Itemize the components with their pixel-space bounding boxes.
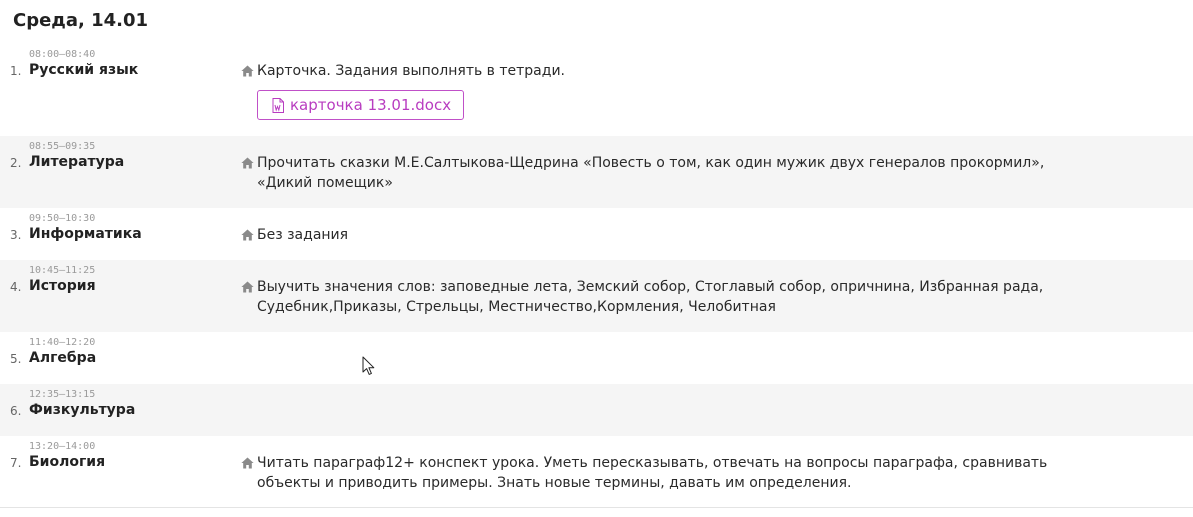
homework-text-line: Выучить значения слов: заповедные лета, … <box>241 277 1071 317</box>
homework-text: Выучить значения слов: заповедные лета, … <box>257 279 1044 315</box>
lesson-row: 13:20–14:00 7. Биология Читать параграф1… <box>0 436 1193 508</box>
lesson-time: 13:20–14:00 <box>29 441 96 452</box>
lesson-number: 2. <box>10 156 22 170</box>
lesson-row: 12:35–13:15 6. Физкультура <box>0 384 1193 436</box>
lesson-number: 1. <box>10 64 22 78</box>
lesson-row: 09:50–10:30 3. Информатика Без задания <box>0 208 1193 260</box>
homework: Прочитать сказки М.Е.Салтыкова-Щедрина «… <box>241 153 1071 193</box>
lesson-time: 11:40–12:20 <box>29 337 96 348</box>
lesson-row: 11:40–12:20 5. Алгебра <box>0 332 1193 384</box>
lesson-subject: История <box>29 278 96 294</box>
lesson-number: 4. <box>10 280 22 294</box>
lesson-list: 08:00–08:40 1. Русский язык Карточка. За… <box>0 44 1193 508</box>
lesson-row: 10:45–11:25 4. История Выучить значения … <box>0 260 1193 332</box>
lesson-time: 08:00–08:40 <box>29 49 96 60</box>
home-icon <box>241 229 254 241</box>
attachment-filename: карточка 13.01.docx <box>290 96 452 114</box>
word-doc-icon <box>272 97 284 113</box>
lesson-time: 12:35–13:15 <box>29 389 96 400</box>
homework: Выучить значения слов: заповедные лета, … <box>241 277 1071 317</box>
lesson-subject: Биология <box>29 454 106 470</box>
lesson-time: 08:55–09:35 <box>29 141 96 152</box>
homework-text: Читать параграф12+ конспект урока. Уметь… <box>257 455 1048 491</box>
attachment-link[interactable]: карточка 13.01.docx <box>257 90 465 120</box>
homework-text: Карточка. Задания выполнять в тетради. <box>257 63 565 79</box>
homework-text-line: Прочитать сказки М.Е.Салтыкова-Щедрина «… <box>241 153 1071 193</box>
lesson-subject: Литература <box>29 154 125 170</box>
lesson-number: 7. <box>10 456 22 470</box>
lesson-subject: Физкультура <box>29 402 136 418</box>
lesson-number: 5. <box>10 352 22 366</box>
lesson-number: 3. <box>10 228 22 242</box>
homework: Без задания <box>241 225 1071 245</box>
divider <box>0 507 1193 508</box>
homework-text: Без задания <box>257 227 349 243</box>
mouse-cursor-icon <box>362 356 375 375</box>
home-icon <box>241 281 254 293</box>
homework: Карточка. Задания выполнять в тетради. к… <box>241 61 1071 120</box>
day-title: Среда, 14.01 <box>13 10 149 31</box>
lesson-time: 10:45–11:25 <box>29 265 96 276</box>
lesson-row: 08:55–09:35 2. Литература Прочитать сказ… <box>0 136 1193 208</box>
home-icon <box>241 157 254 169</box>
homework-text-line: Без задания <box>241 225 1071 245</box>
home-icon <box>241 457 254 469</box>
lesson-subject: Информатика <box>29 226 142 242</box>
homework-text: Прочитать сказки М.Е.Салтыкова-Щедрина «… <box>257 155 1045 191</box>
home-icon <box>241 65 254 77</box>
homework-text-line: Читать параграф12+ конспект урока. Уметь… <box>241 453 1071 493</box>
lesson-number: 6. <box>10 404 22 418</box>
lesson-subject: Русский язык <box>29 62 139 78</box>
lesson-row: 08:00–08:40 1. Русский язык Карточка. За… <box>0 44 1193 136</box>
homework-text-line: Карточка. Задания выполнять в тетради. <box>241 61 1071 81</box>
lesson-time: 09:50–10:30 <box>29 213 96 224</box>
lesson-subject: Алгебра <box>29 350 97 366</box>
homework: Читать параграф12+ конспект урока. Уметь… <box>241 453 1071 493</box>
